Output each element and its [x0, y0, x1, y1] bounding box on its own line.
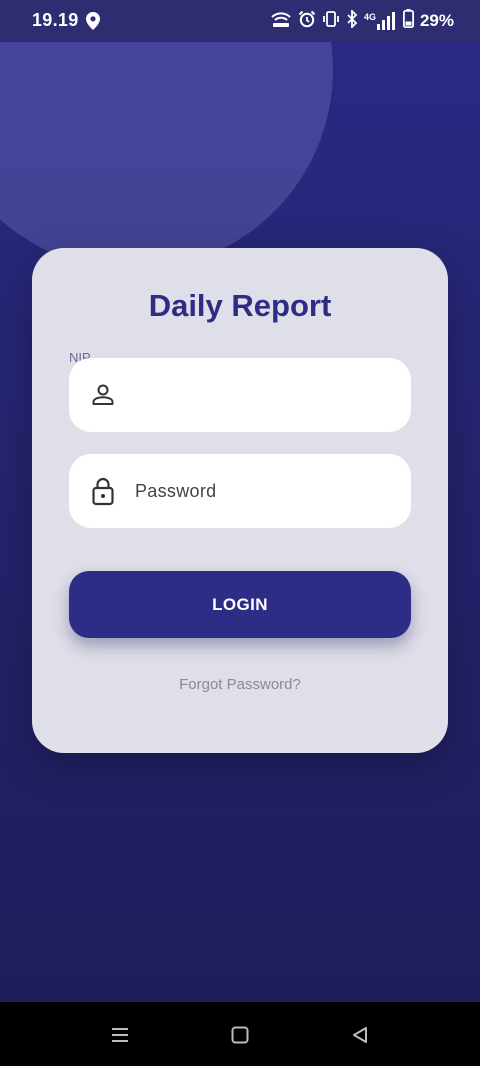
status-bar: 19.19 4G 29%: [0, 0, 480, 42]
navigation-bar: [0, 1002, 480, 1066]
lock-icon: [89, 477, 117, 506]
user-icon: [89, 381, 117, 409]
alarm-icon: [298, 10, 316, 33]
menu-icon[interactable]: [107, 1022, 133, 1048]
bluetooth-icon: [346, 8, 358, 33]
battery-icon: [402, 9, 414, 33]
login-screen: 19.19 4G 29% Daily Report NIP LOGIN Forg…: [0, 0, 480, 1002]
password-input[interactable]: [133, 479, 391, 503]
network-type-label: 4G: [363, 12, 376, 22]
nip-input[interactable]: [133, 383, 391, 407]
forgot-password-link[interactable]: Forgot Password?: [32, 676, 448, 693]
vibrate-icon: [322, 10, 340, 33]
back-icon[interactable]: [347, 1022, 373, 1048]
login-card: Daily Report NIP LOGIN Forgot Password?: [32, 248, 448, 753]
status-icons: 4G 29%: [270, 8, 454, 33]
signal-icon: 4G: [364, 12, 397, 30]
password-field[interactable]: [69, 454, 411, 528]
home-icon[interactable]: [227, 1022, 253, 1048]
location-pin-icon: [86, 12, 100, 35]
battery-percentage: 29%: [419, 11, 454, 30]
app-title: Daily Report: [148, 288, 332, 323]
hotspot-icon: [270, 10, 292, 33]
status-time: 19.19: [32, 10, 79, 30]
nip-field[interactable]: [69, 358, 411, 432]
login-button[interactable]: LOGIN: [69, 571, 411, 638]
